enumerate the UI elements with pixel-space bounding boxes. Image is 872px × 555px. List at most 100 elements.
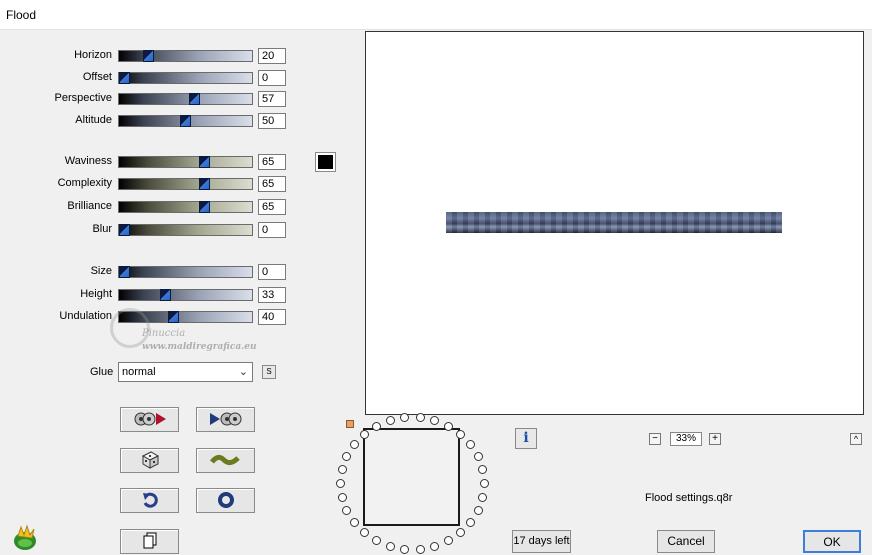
color-swatch-fill — [318, 155, 333, 169]
zoom-out-button[interactable]: − — [649, 433, 661, 445]
collapse-button[interactable]: ^ — [850, 433, 862, 445]
slider-thumb[interactable] — [119, 72, 130, 84]
ring-dot — [466, 440, 476, 450]
glue-s-button[interactable]: S — [262, 365, 276, 379]
perspective-slider[interactable] — [118, 93, 253, 105]
blur-slider[interactable] — [118, 224, 253, 236]
perspective-value-input[interactable]: 57 — [258, 91, 286, 107]
preview-canvas[interactable] — [365, 31, 864, 415]
slider-row-perspective: Perspective 57 — [0, 91, 300, 107]
color-swatch[interactable] — [315, 152, 336, 172]
slider-thumb[interactable] — [189, 93, 200, 105]
slider-thumb[interactable] — [180, 115, 191, 127]
slider-row-height: Height 33 — [0, 287, 300, 303]
waviness-slider[interactable] — [118, 156, 253, 168]
trial-days-button[interactable]: 17 days left — [512, 530, 571, 553]
ring-dot — [385, 416, 395, 426]
size-value-input[interactable]: 0 — [258, 264, 286, 280]
navigator-handle[interactable] — [346, 420, 354, 428]
undulation-value-input[interactable]: 40 — [258, 309, 286, 325]
dice-randomize-icon — [141, 451, 159, 469]
play-reverse-disc-icon — [134, 412, 166, 426]
ring-dot — [430, 416, 440, 426]
cancel-button[interactable]: Cancel — [657, 530, 715, 553]
ring-dot — [349, 517, 359, 527]
caret-up-icon: ^ — [853, 434, 859, 444]
slider-thumb[interactable] — [199, 178, 210, 190]
height-slider[interactable] — [118, 289, 253, 301]
slider-thumb[interactable] — [199, 201, 210, 213]
offset-value-input[interactable]: 0 — [258, 70, 286, 86]
ring-dot — [473, 505, 483, 515]
ring-dot — [400, 544, 410, 554]
ring-dot — [466, 517, 476, 527]
slider-label: Horizon — [74, 49, 112, 61]
settings-filename: Flood settings.q8r — [645, 492, 733, 504]
play-forward-button[interactable] — [196, 407, 255, 432]
randomize-button[interactable] — [120, 448, 179, 473]
slider-row-altitude: Altitude 50 — [0, 113, 300, 129]
glue-select[interactable]: normal ⌄ — [118, 362, 253, 382]
ring-dot — [415, 544, 425, 554]
complexity-value-input[interactable]: 65 — [258, 176, 286, 192]
slider-thumb[interactable] — [160, 289, 171, 301]
preview-flood-strip — [446, 212, 782, 233]
slider-row-blur: Blur 0 — [0, 222, 300, 238]
ok-button[interactable]: OK — [803, 530, 861, 553]
ring-dot — [430, 541, 440, 551]
copy-pages-icon — [143, 532, 156, 549]
slider-thumb[interactable] — [119, 266, 130, 278]
slider-thumb[interactable] — [168, 311, 179, 323]
ring-dot — [359, 429, 369, 439]
copy-button[interactable] — [120, 529, 179, 554]
slider-thumb[interactable] — [119, 224, 130, 236]
ring-dot — [480, 479, 489, 488]
title-bar: Flood — [0, 0, 872, 30]
ring-dot — [349, 440, 359, 450]
waviness-value-input[interactable]: 65 — [258, 154, 286, 170]
brilliance-slider[interactable] — [118, 201, 253, 213]
navigator-thumbnail[interactable] — [363, 428, 460, 526]
height-value-input[interactable]: 33 — [258, 287, 286, 303]
horizon-value-input[interactable]: 20 — [258, 48, 286, 64]
ring-dot — [359, 528, 369, 538]
slider-thumb[interactable] — [143, 50, 154, 62]
slider-label: Height — [80, 288, 112, 300]
play-forward-disc-icon — [209, 412, 241, 426]
complexity-slider[interactable] — [118, 178, 253, 190]
altitude-slider[interactable] — [118, 115, 253, 127]
zoom-level: 33% — [670, 432, 702, 446]
slider-label: Altitude — [75, 114, 112, 126]
window-title: Flood — [6, 8, 37, 22]
watermark-url: www.maldiregrafica.eu — [142, 342, 257, 352]
size-slider[interactable] — [118, 266, 253, 278]
ring-dot — [372, 536, 381, 546]
play-reverse-button[interactable] — [120, 407, 179, 432]
slider-row-undulation: Undulation 40 — [0, 309, 300, 325]
zoom-in-button[interactable]: + — [709, 433, 721, 445]
app-logo-icon — [12, 524, 40, 555]
ring-dot — [337, 492, 347, 502]
undo-button[interactable] — [120, 488, 179, 513]
slider-row-offset: Offset 0 — [0, 70, 300, 86]
ring-dot — [444, 536, 453, 546]
ring-dot — [456, 429, 466, 439]
slider-label: Complexity — [57, 177, 112, 189]
undo-arrow-icon — [142, 492, 158, 508]
glue-label: Glue — [90, 366, 114, 378]
ring-dot — [444, 421, 453, 431]
info-button[interactable]: i — [515, 428, 537, 449]
wave-button[interactable] — [196, 448, 255, 473]
brilliance-value-input[interactable]: 65 — [258, 199, 286, 215]
slider-label: Blur — [92, 223, 112, 235]
preview-strip-texture — [446, 212, 782, 233]
reset-button[interactable] — [196, 488, 255, 513]
ring-dot — [400, 413, 410, 423]
slider-thumb[interactable] — [199, 156, 210, 168]
ring-dot — [478, 492, 488, 502]
altitude-value-input[interactable]: 50 — [258, 113, 286, 129]
blur-value-input[interactable]: 0 — [258, 222, 286, 238]
offset-slider[interactable] — [118, 72, 253, 84]
ring-dot — [337, 465, 347, 475]
horizon-slider[interactable] — [118, 50, 253, 62]
